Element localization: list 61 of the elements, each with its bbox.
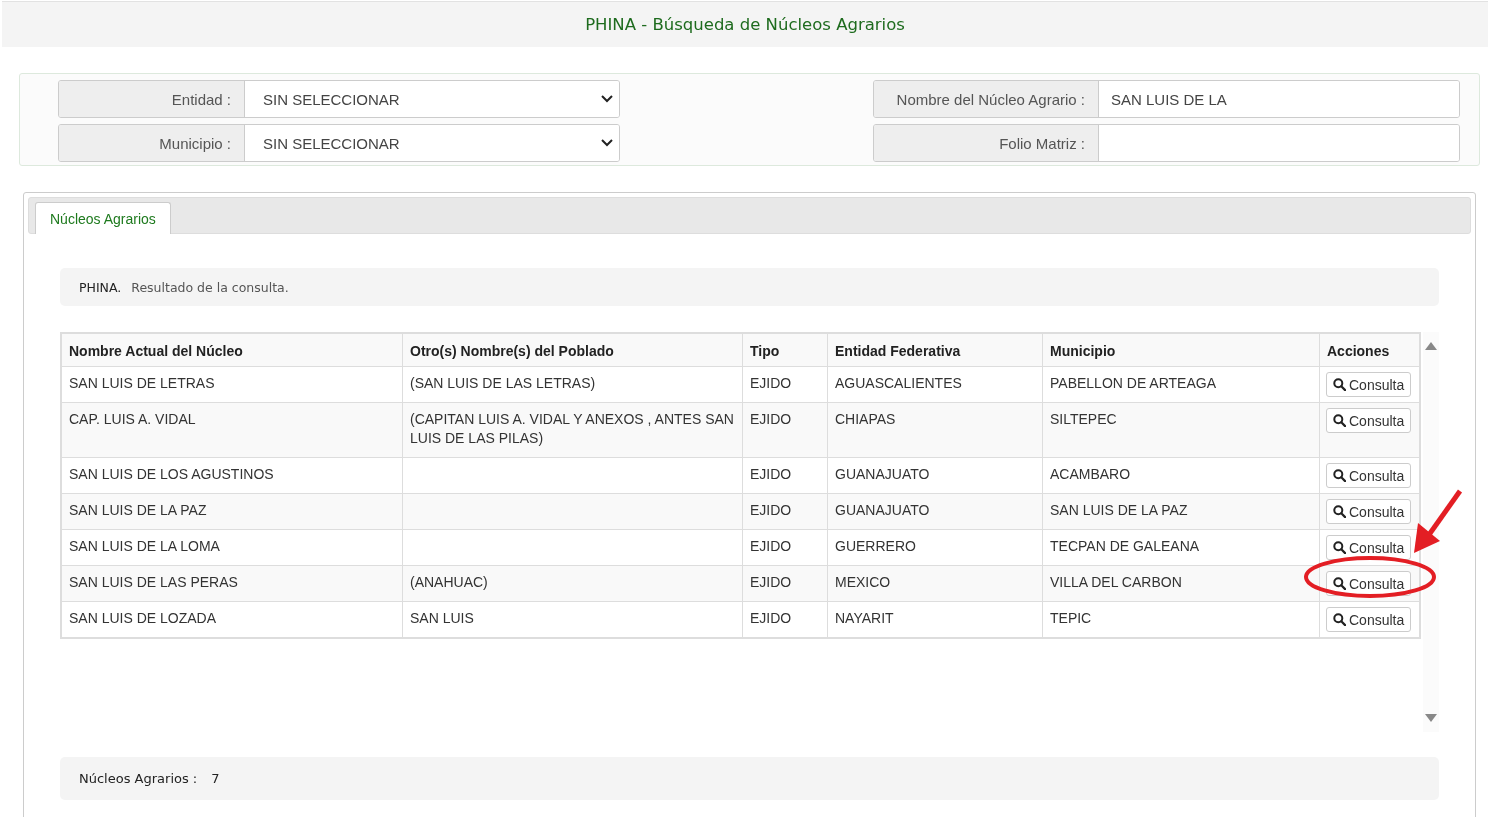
consulta-button[interactable]: Consulta [1326, 408, 1412, 433]
dropdown[interactable]: SIN SELECCIONAR [245, 81, 619, 117]
table-cell: TECPAN DE GALEANA [1042, 529, 1320, 566]
table-cell: ACAMBARO [1042, 457, 1320, 494]
table-cell: GUANAJUATO [827, 457, 1043, 494]
table-cell: PABELLON DE ARTEAGA [1042, 366, 1320, 403]
table-cell: SAN LUIS DE LA PAZ [1042, 493, 1320, 530]
table-cell: SAN LUIS DE LAS PERAS [61, 565, 403, 602]
table-cell: (ANAHUAC) [402, 565, 743, 602]
table-cell: CHIAPAS [827, 402, 1043, 458]
chevron-down-icon [601, 95, 613, 103]
column-header: Otro(s) Nombre(s) del Poblado [402, 333, 743, 367]
column-header: Tipo [742, 333, 828, 367]
table-cell: SILTEPEC [1042, 402, 1320, 458]
field-label: Entidad : [59, 81, 245, 117]
message-text: Resultado de la consulta. [131, 279, 289, 295]
search-icon [1333, 541, 1346, 554]
search-icon [1333, 505, 1346, 518]
table-cell: SAN LUIS DE LA LOMA [61, 529, 403, 566]
chevron-down-icon [601, 139, 613, 147]
pointer-arrow [1414, 489, 1463, 553]
search-icon [1333, 613, 1346, 626]
search-icon [1333, 469, 1346, 482]
table-cell: (CAPITAN LUIS A. VIDAL Y ANEXOS , ANTES SAN LUIS DE LAS PILAS) [402, 402, 743, 458]
consulta-button[interactable]: Consulta [1326, 372, 1412, 397]
scroll-down-icon[interactable] [1425, 714, 1437, 722]
table-cell: SAN LUIS DE LETRAS [61, 366, 403, 403]
summary-count: 7 [211, 771, 220, 786]
page-title: PHINA - Búsqueda de Núcleos Agrarios [585, 15, 905, 34]
table-cell: CAP. LUIS A. VIDAL [61, 402, 403, 458]
table-cell: AGUASCALIENTES [827, 366, 1043, 403]
column-header: Entidad Federativa [827, 333, 1043, 367]
table-cell: EJIDO [742, 565, 828, 602]
search-icon [1333, 378, 1346, 391]
column-header: Nombre Actual del Núcleo [61, 333, 403, 367]
table-cell: EJIDO [742, 366, 828, 403]
table-cell: GUANAJUATO [827, 493, 1043, 530]
column-header: Acciones [1319, 333, 1420, 367]
table-cell: EJIDO [742, 493, 828, 530]
field-label: Municipio : [59, 125, 245, 161]
consulta-button[interactable]: Consulta [1326, 607, 1412, 632]
table-cell: SAN LUIS DE LOS AGUSTINOS [61, 457, 403, 494]
column-header: Municipio [1042, 333, 1320, 367]
dropdown[interactable]: SIN SELECCIONAR [245, 125, 619, 161]
table-cell: GUERRERO [827, 529, 1043, 566]
scroll-up-icon[interactable] [1425, 342, 1437, 350]
table-cell: MEXICO [827, 565, 1043, 602]
table-cell: VILLA DEL CARBON [1042, 565, 1320, 602]
message-title: PHINA. [79, 279, 122, 295]
consulta-button[interactable]: Consulta [1326, 499, 1412, 524]
scrollbar[interactable] [1423, 332, 1439, 732]
consulta-button[interactable]: Consulta [1326, 463, 1412, 488]
table-cell: EJIDO [742, 402, 828, 458]
summary-label: Núcleos Agrarios : [79, 771, 198, 786]
table-cell: SAN LUIS DE LA PAZ [61, 493, 403, 530]
table-cell: EJIDO [742, 457, 828, 494]
search-icon [1333, 414, 1346, 427]
table-cell: EJIDO [742, 529, 828, 566]
tab[interactable]: Núcleos Agrarios [35, 202, 171, 234]
table-cell: (SAN LUIS DE LAS LETRAS) [402, 366, 743, 403]
search-icon [1333, 577, 1346, 590]
